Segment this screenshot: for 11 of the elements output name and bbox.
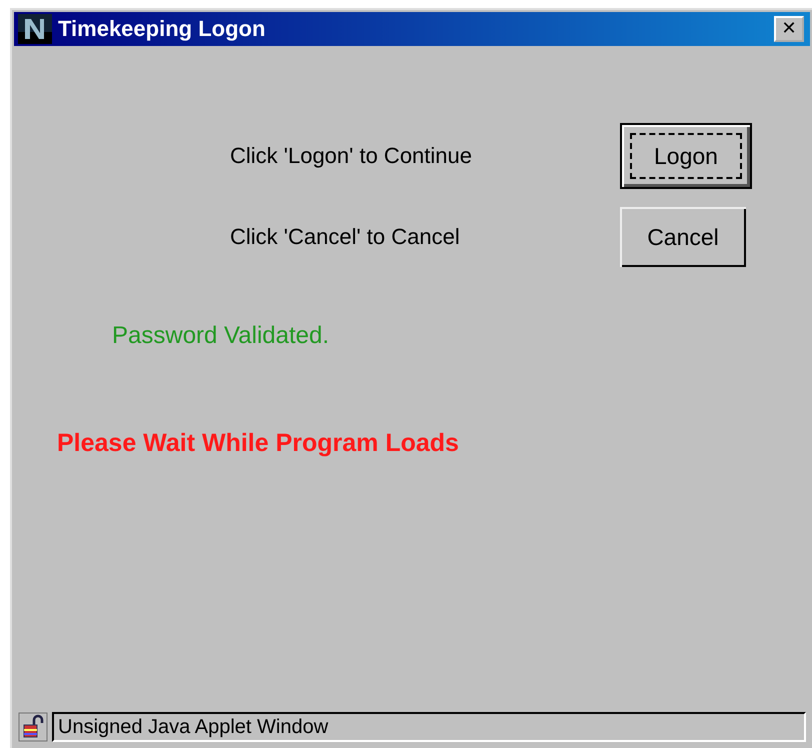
validation-message: Password Validated.	[112, 322, 330, 350]
unlocked-padlock-icon	[18, 712, 48, 742]
instruction-text: Click 'Logon' to Continue	[230, 143, 473, 169]
close-button[interactable]: ✕	[774, 16, 804, 42]
logon-button[interactable]: Logon	[620, 123, 752, 189]
instruction-text: Click 'Cancel' to Cancel	[230, 224, 461, 250]
window-title: Timekeeping Logon	[58, 16, 266, 42]
app-icon	[18, 14, 52, 44]
cancel-button[interactable]: Cancel	[620, 207, 746, 267]
loading-message: Please Wait While Program Loads	[57, 428, 459, 458]
status-text: Unsigned Java Applet Window	[52, 712, 806, 742]
